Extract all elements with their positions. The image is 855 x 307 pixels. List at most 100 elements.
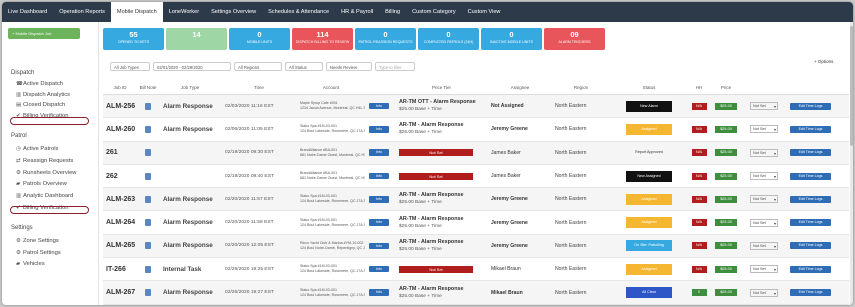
hh-cell: N/A xyxy=(688,102,710,110)
price-tier-not-set[interactable]: Not Set xyxy=(399,172,473,180)
sidebar-item-vehicles[interactable]: ▰ Vehicles xyxy=(16,261,45,267)
status-select[interactable]: Not Set xyxy=(750,265,778,274)
tab-loneworker[interactable]: LoneWorker xyxy=(163,2,205,22)
info-button[interactable]: Info xyxy=(369,149,389,156)
table-row[interactable]: ALM-264 Alarm Response 02/20/2020 11:58 ES… xyxy=(103,211,849,235)
review-filter[interactable]: Needs Review xyxy=(326,62,372,71)
job-id[interactable]: ALM-260 xyxy=(103,126,137,133)
status-select[interactable]: Not Set xyxy=(750,172,778,181)
stat-card-completed-patrols-24h[interactable]: 0 COMPLETED PATROLS (24H) xyxy=(418,28,479,50)
sidebar-item-active-patrols-patrol[interactable]: ◷ Active Patrols xyxy=(16,146,58,152)
sidebar-item-reassign-requests-patrol[interactable]: ⇄ Reassign Requests xyxy=(16,158,73,164)
tab-schedules-attendance[interactable]: Schedules & Attendance xyxy=(262,2,335,22)
region-filter[interactable]: All Regions xyxy=(234,62,282,71)
tab-settings-overview[interactable]: Settings Overview xyxy=(205,2,262,22)
status-select[interactable]: Not Set xyxy=(750,148,778,157)
sidebar-item-active-dispatch-dispatch[interactable]: ☎ Active Dispatch xyxy=(16,81,63,87)
table-row[interactable]: ALM-256 Alarm Response 02/03/2020 11:16 ES… xyxy=(103,95,849,119)
info-button[interactable]: Info xyxy=(369,196,389,203)
tab-mobile-dispatch[interactable]: Mobile Dispatch xyxy=(110,2,163,22)
edit-time-logs-button[interactable]: Edit Time Logs xyxy=(790,149,831,157)
info-button[interactable]: Info xyxy=(369,126,389,133)
status-select[interactable]: Not Set xyxy=(750,241,778,250)
edit-time-logs-button[interactable]: Edit Time Logs xyxy=(790,172,831,180)
job-id[interactable]: ALM-264 xyxy=(103,219,137,226)
info-button[interactable]: Info xyxy=(369,172,389,180)
add-dispatch-job-button[interactable]: + Mobile Dispatch Job xyxy=(8,28,80,39)
job-id[interactable]: ALM-256 xyxy=(103,103,137,110)
table-row[interactable]: IT-266 Internal Task 02/26/2020 19:25 EST S… xyxy=(103,258,849,282)
sidebar-item-zone-settings[interactable]: ⚙ Zone Settings xyxy=(16,238,59,244)
stat-card-dispatch-billing-to-review[interactable]: 114 DISPATCH BILLING TO REVIEW xyxy=(292,28,353,50)
bill-note-icon[interactable] xyxy=(145,265,151,273)
info-button[interactable]: Info xyxy=(369,265,389,273)
price-cell: $25.00 xyxy=(710,265,742,273)
price-tier-not-set[interactable]: Not Set xyxy=(399,149,473,157)
table-row[interactable]: 261 02/19/2020 09:30 EST BrandAlliance #BA… xyxy=(103,141,849,165)
stat-card-alarm-triggers[interactable]: 09 ALARM TRIGGERS xyxy=(544,28,605,50)
status-filter[interactable]: All Status xyxy=(285,62,323,71)
edit-time-logs-button[interactable]: Edit Time Logs xyxy=(790,242,831,250)
table-row[interactable]: ALM-263 Alarm Response 02/20/2020 11:57 ES… xyxy=(103,188,849,212)
stat-card-opened-tickets[interactable]: 55 OPENED TICKETS xyxy=(103,28,164,50)
edit-time-logs-button[interactable]: Edit Time Logs xyxy=(790,125,831,133)
info-button[interactable]: Info xyxy=(369,289,389,296)
edit-time-logs-button[interactable]: Edit Time Logs xyxy=(790,265,831,273)
status-select[interactable]: Not Set xyxy=(750,218,778,227)
job-id[interactable]: ALM-267 xyxy=(103,289,137,296)
stat-card-inactive-mobile-units[interactable]: 0 INACTIVE MOBILE UNITS xyxy=(481,28,542,50)
date-range-filter[interactable]: 02/01/2020 - 02/29/2020 xyxy=(153,62,231,71)
sidebar-item-runsheets-overview-patrol[interactable]: ⚙ Runsheets Overview xyxy=(16,170,76,176)
tab-custom-view[interactable]: Custom View xyxy=(462,2,507,22)
bill-note-icon[interactable] xyxy=(145,242,151,250)
tab-custom-category[interactable]: Custom Category xyxy=(406,2,462,22)
edit-time-logs-button[interactable]: Edit Time Logs xyxy=(790,195,831,203)
job-id[interactable]: ALM-265 xyxy=(103,242,137,249)
tab-hr-payroll[interactable]: HR & Payroll xyxy=(335,2,379,22)
sidebar-item-dispatch-analytics-dispatch[interactable]: ▥ Dispatch Analytics xyxy=(16,92,70,98)
job-id[interactable]: 261 xyxy=(103,149,137,156)
sidebar-item-analytic-dashboard-patrol[interactable]: ▥ Analytic Dashboard xyxy=(16,193,73,199)
status-select[interactable]: Not Set xyxy=(750,195,778,204)
bill-note-icon[interactable] xyxy=(145,195,151,203)
tab-operation-reports[interactable]: Operation Reports xyxy=(53,2,111,22)
edit-time-logs-button[interactable]: Edit Time Logs xyxy=(790,289,831,297)
bill-note-icon[interactable] xyxy=(145,289,151,297)
edit-time-logs-button[interactable]: Edit Time Logs xyxy=(790,102,831,110)
info-button[interactable]: Info xyxy=(369,219,389,226)
table-row[interactable]: 262 02/19/2020 09:40 EST BrandAlliance #BA… xyxy=(103,165,849,189)
sidebar-item-patrols-overview-patrol[interactable]: ▰ Patrols Overview xyxy=(16,181,67,187)
job-id[interactable]: IT-266 xyxy=(103,266,137,273)
job-id[interactable]: ALM-263 xyxy=(103,196,137,203)
sidebar-item-patrol-settings[interactable]: ⚙ Patrol Settings xyxy=(16,250,61,256)
tab-billing[interactable]: Billing xyxy=(379,2,406,22)
bill-note-icon[interactable] xyxy=(145,149,151,157)
job-id[interactable]: 262 xyxy=(103,173,137,180)
status-select[interactable]: Not Set xyxy=(750,288,778,297)
edit-time-logs-button[interactable]: Edit Time Logs xyxy=(790,219,831,227)
options-button[interactable]: + Options xyxy=(814,59,833,64)
scrollbar-thumb[interactable] xyxy=(850,26,853,146)
table-row[interactable]: ALM-260 Alarm Response 02/06/2020 11:05 ES… xyxy=(103,118,849,142)
bill-note-icon[interactable] xyxy=(145,219,151,227)
bill-note-icon[interactable] xyxy=(145,102,151,110)
search-input[interactable]: Type to filter xyxy=(375,62,415,71)
stat-card-patrol-reassign-requests[interactable]: 0 PATROL REASSIGN REQUESTS xyxy=(355,28,416,50)
stat-card-mobile-units[interactable]: 0 MOBILE UNITS xyxy=(229,28,290,50)
sidebar-item-closed-dispatch-dispatch[interactable]: ▤ Closed Dispatch xyxy=(16,102,65,108)
info-button[interactable]: Info xyxy=(369,102,389,110)
job-type-filter[interactable]: All Job Types xyxy=(110,62,150,71)
bill-note-icon[interactable] xyxy=(145,172,151,180)
table-row[interactable]: ALM-265 Alarm Response 02/20/2020 12:05 ES… xyxy=(103,234,849,259)
bill-note-icon[interactable] xyxy=(145,125,151,133)
price-tier-not-set[interactable]: Not Set xyxy=(399,265,473,273)
status-select[interactable]: Not Set xyxy=(750,125,778,134)
stat-number: 114 xyxy=(316,30,329,39)
tab-live-dashboard[interactable]: Live Dashboard xyxy=(2,2,53,22)
price-cell: $25.00 xyxy=(710,172,742,180)
info-button[interactable]: Info xyxy=(369,242,389,250)
status-select[interactable]: Not Set xyxy=(750,102,778,111)
stat-card-unlabeled[interactable]: 14 xyxy=(166,28,227,50)
info-cell: Info xyxy=(365,242,395,250)
table-row[interactable]: ALM-267 Alarm Response 02/26/2020 19:27 ES… xyxy=(103,281,849,305)
